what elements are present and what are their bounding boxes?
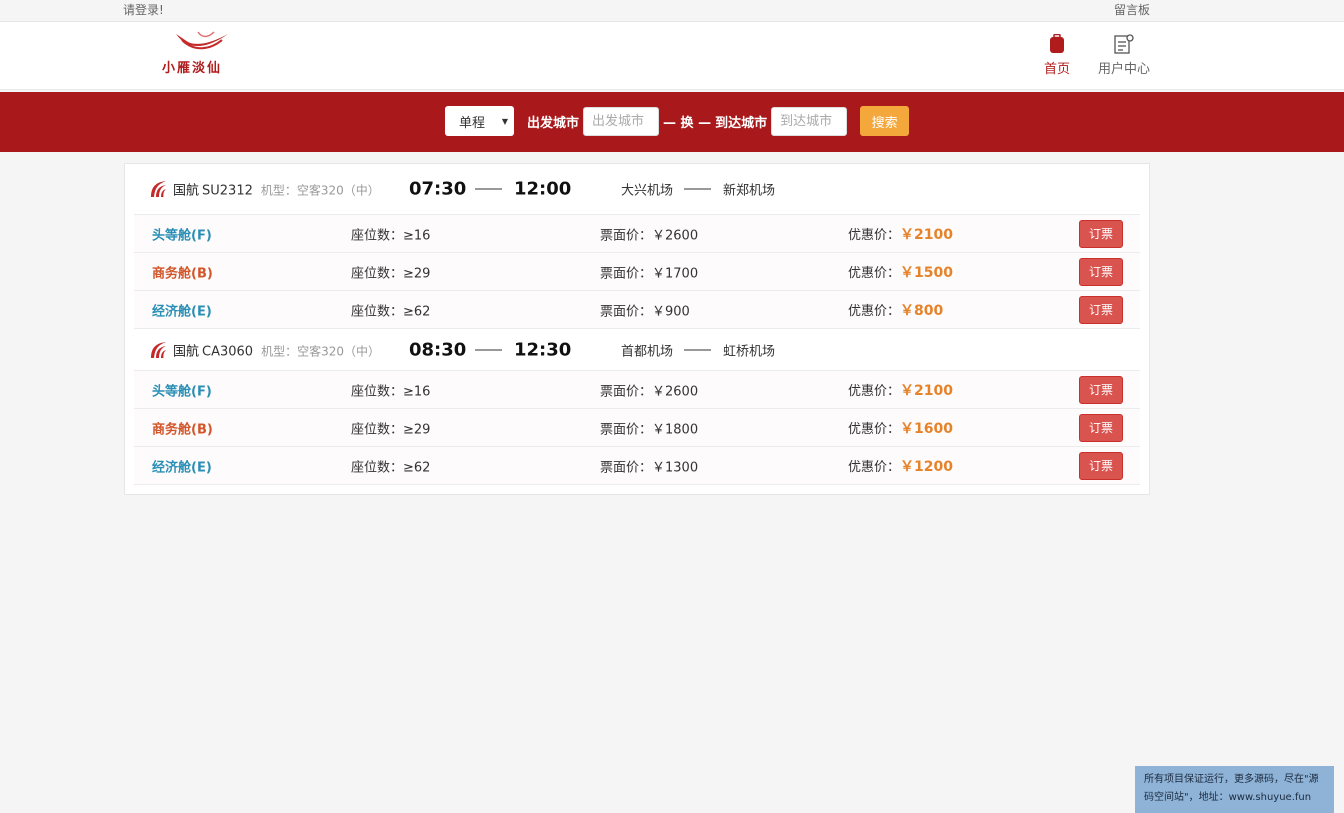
- book-button[interactable]: 订票: [1079, 219, 1123, 248]
- discount-value: ￥2100: [900, 226, 953, 243]
- cabin-seats: 座位数：≥62: [351, 304, 431, 319]
- cabin-row: 头等舱(F) 座位数：≥16 票面价：￥2600 优惠价：￥2100 订票: [134, 371, 1140, 409]
- cabin-row: 经济舱(E) 座位数：≥62 票面价：￥1300 优惠价：￥1200 订票: [134, 447, 1140, 485]
- cabin-name: 经济舱(E): [152, 304, 212, 319]
- face-price: 票面价：￥1700: [600, 266, 699, 281]
- trip-type-select[interactable]: 单程 ▼: [445, 106, 514, 136]
- flight-number: SU2312: [202, 183, 253, 199]
- suitcase-icon: [1050, 34, 1064, 53]
- discount-label: 优惠价：: [848, 383, 901, 399]
- cabin-name: 商务舱(B): [152, 422, 213, 437]
- logo-text: 小雁淡仙: [162, 61, 223, 76]
- top-bar: 请登录! 留言板: [0, 0, 1344, 22]
- book-button[interactable]: 订票: [1079, 257, 1123, 286]
- nav-home[interactable]: 首页: [1044, 34, 1070, 77]
- face-price: 票面价：￥2600: [600, 228, 699, 243]
- discount-price: 优惠价：￥1200: [848, 456, 953, 476]
- swap-cities[interactable]: — 换 —: [663, 112, 711, 131]
- message-board-link[interactable]: 留言板: [1114, 1, 1150, 18]
- cabin-row: 经济舱(E) 座位数：≥62 票面价：￥900 优惠价：￥800 订票: [134, 291, 1140, 329]
- discount-price: 优惠价：￥1600: [848, 418, 953, 438]
- arrive-airport: 新郑机场: [723, 183, 776, 199]
- face-price: 票面价：￥1800: [600, 422, 699, 437]
- airport-separator: [684, 188, 711, 190]
- depart-time: 08:30: [409, 339, 467, 360]
- chevron-down-icon: ▼: [501, 116, 508, 126]
- discount-label: 优惠价：: [848, 227, 901, 243]
- cabin-name: 头等舱(F): [152, 384, 212, 399]
- flight-list: 国航 SU2312 机型：空客320（中） 07:30 12:00 大兴机场 新郑机…: [124, 163, 1150, 495]
- cabin-seats: 座位数：≥62: [351, 460, 431, 475]
- discount-price: 优惠价：￥2100: [848, 380, 953, 400]
- airline-info: 国航 SU2312 机型：空客320（中）: [173, 180, 380, 199]
- nav-user-center[interactable]: 用户中心: [1098, 34, 1150, 77]
- flight-header: 国航 SU2312 机型：空客320（中） 07:30 12:00 大兴机场 新郑机…: [134, 164, 1140, 215]
- airline-info: 国航 CA3060 机型：空客320（中）: [173, 340, 380, 359]
- nav-user-label: 用户中心: [1098, 62, 1151, 77]
- depart-time: 07:30: [409, 178, 467, 200]
- airline-name: 国航: [173, 183, 200, 199]
- discount-value: ￥2100: [900, 382, 953, 399]
- cabin-row: 商务舱(B) 座位数：≥29 票面价：￥1800 优惠价：￥1600 订票: [134, 409, 1140, 447]
- trip-type-value: 单程: [459, 115, 486, 131]
- face-price: 票面价：￥900: [600, 304, 690, 319]
- book-button[interactable]: 订票: [1079, 413, 1123, 442]
- discount-label: 优惠价：: [848, 421, 901, 437]
- site-header: 小雁淡仙 首页 用户中心: [0, 22, 1344, 90]
- discount-price: 优惠价：￥2100: [848, 224, 953, 244]
- search-bar: 单程 ▼ 出发城市 — 换 — 到达城市 搜索: [0, 92, 1344, 152]
- discount-price: 优惠价：￥1500: [848, 262, 953, 282]
- arrive-city-input[interactable]: [771, 106, 848, 136]
- user-center-icon: [1114, 34, 1134, 54]
- face-price: 票面价：￥1300: [600, 460, 699, 475]
- aircraft-model: 机型：空客320（中）: [261, 344, 380, 358]
- discount-label: 优惠价：: [848, 303, 901, 319]
- aircraft-model: 机型：空客320（中）: [260, 183, 380, 198]
- cabin-row: 头等舱(F) 座位数：≥16 票面价：￥2600 优惠价：￥2100 订票: [134, 215, 1140, 253]
- arrive-airport: 虹桥机场: [723, 344, 776, 359]
- flight-header: 国航 CA3060 机型：空客320（中） 08:30 12:30 首都机场 虹桥机…: [134, 329, 1140, 371]
- time-separator: [475, 188, 502, 190]
- book-button[interactable]: 订票: [1079, 295, 1123, 324]
- nav-home-label: 首页: [1044, 62, 1071, 77]
- book-button[interactable]: 订票: [1079, 451, 1123, 480]
- book-button[interactable]: 订票: [1079, 375, 1123, 404]
- discount-price: 优惠价：￥800: [848, 300, 943, 320]
- cabin-seats: 座位数：≥16: [351, 384, 431, 399]
- search-button[interactable]: 搜索: [860, 106, 910, 136]
- discount-label: 优惠价：: [848, 265, 901, 281]
- depart-airport: 首都机场: [621, 344, 674, 359]
- time-separator: [475, 349, 502, 350]
- discount-value: ￥1200: [900, 458, 953, 475]
- arrive-time: 12:30: [514, 339, 572, 360]
- arrive-city-label: 到达城市: [715, 115, 768, 131]
- depart-city-label: 出发城市: [527, 115, 580, 131]
- discount-value: ￥1600: [900, 420, 953, 437]
- cabin-name: 头等舱(F): [152, 228, 212, 243]
- cabin-seats: 座位数：≥29: [351, 422, 431, 437]
- depart-city-input[interactable]: [583, 106, 660, 136]
- air-china-logo-icon: [151, 181, 166, 197]
- cabin-seats: 座位数：≥16: [351, 228, 431, 243]
- cabin-name: 经济舱(E): [152, 460, 212, 475]
- face-price: 票面价：￥2600: [600, 384, 699, 399]
- flight-number: CA3060: [202, 344, 254, 359]
- discount-value: ￥800: [900, 302, 944, 319]
- cabin-name: 商务舱(B): [152, 266, 213, 281]
- air-china-logo-icon: [151, 341, 166, 358]
- depart-airport: 大兴机场: [621, 183, 674, 199]
- cabin-seats: 座位数：≥29: [351, 266, 431, 281]
- bird-logo-icon: [176, 31, 228, 50]
- airport-separator: [684, 349, 711, 350]
- discount-value: ￥1500: [900, 264, 953, 281]
- discount-label: 优惠价：: [848, 459, 901, 475]
- login-link[interactable]: 请登录!: [123, 1, 164, 18]
- cabin-row: 商务舱(B) 座位数：≥29 票面价：￥1700 优惠价：￥1500 订票: [134, 253, 1140, 291]
- airline-name: 国航: [173, 344, 200, 359]
- arrive-time: 12:00: [514, 178, 572, 200]
- watermark-notice: 所有项目保证运行，更多源码，尽在"源码空间站"，地址：www.shuyue.fu…: [1135, 766, 1334, 813]
- site-logo[interactable]: 小雁淡仙: [158, 30, 248, 78]
